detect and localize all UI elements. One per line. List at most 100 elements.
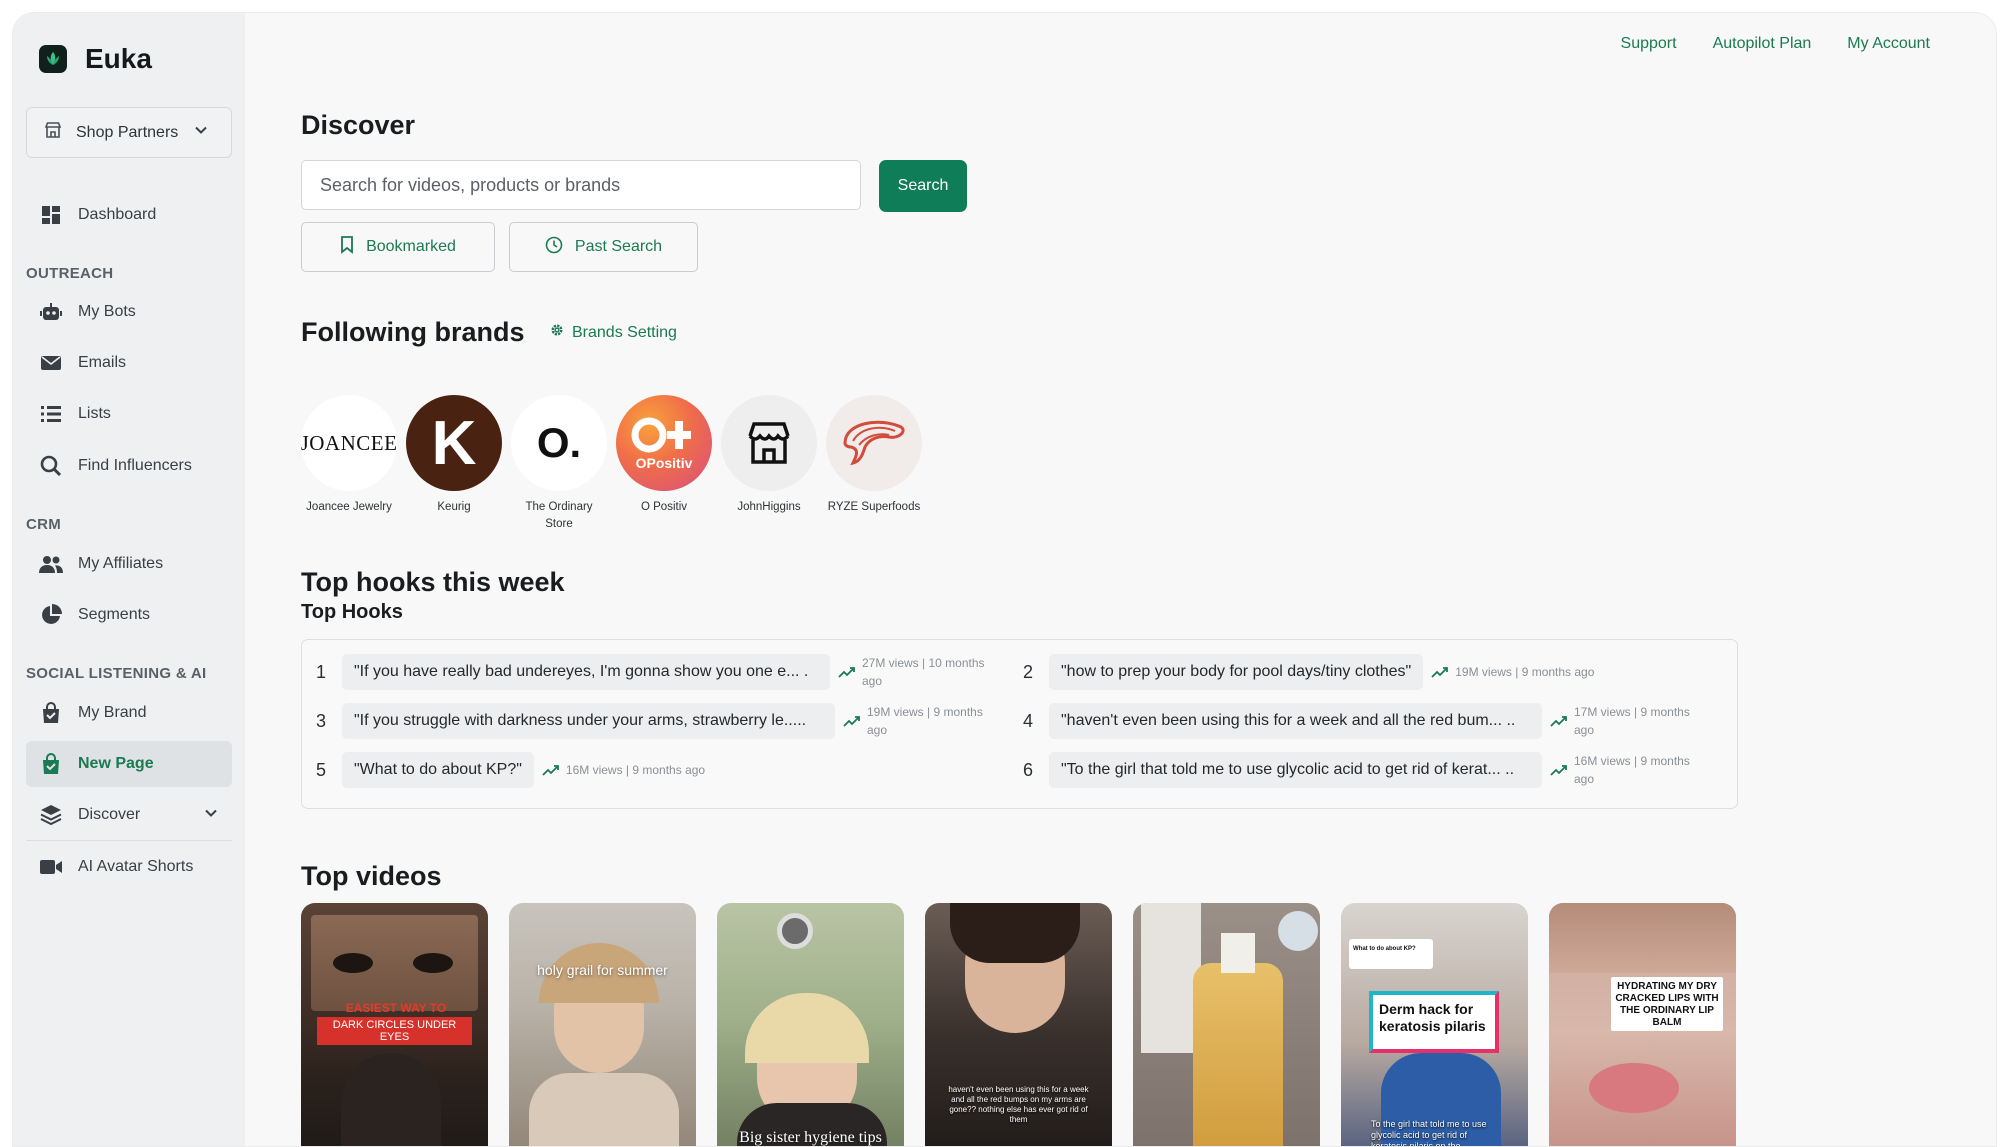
video-card[interactable]: Big sister hygiene tips [717, 903, 904, 1146]
robot-icon [39, 300, 63, 324]
sidebar-item-emails[interactable]: Emails [26, 340, 232, 386]
reply-text: What to do about KP? [1353, 946, 1416, 952]
brand-name: O Positiv [640, 501, 687, 513]
video-caption: Derm hack for keratosis pilaris [1379, 1001, 1486, 1034]
hook-text: "haven't even been using this for a week… [1049, 703, 1542, 739]
brand-card-johnhiggins[interactable]: JohnHiggins [721, 395, 817, 533]
main-content: Discover Search Bookmarked Past Search F… [301, 13, 1996, 1146]
mail-icon [39, 351, 63, 375]
hook-views: 19M views | 9 months ago [867, 705, 983, 737]
video-caption: haven't even been using this for a week … [948, 1085, 1089, 1124]
brands-setting-link[interactable]: Brands Setting [550, 323, 677, 342]
brand-name: The Ordinary Store [525, 501, 593, 530]
list-icon [39, 402, 63, 426]
video-card[interactable]: What to do about KP? Derm hack for kerat… [1341, 903, 1528, 1146]
shop-partners-select[interactable]: Shop Partners [26, 107, 232, 158]
section-crm: CRM [26, 516, 62, 533]
video-camera-icon [39, 855, 63, 879]
clock-icon [545, 236, 563, 259]
hook-meta: 16M views | 9 months ago [1550, 752, 1709, 788]
section-social-listening: SOCIAL LISTENING & AI [26, 665, 207, 682]
video-card[interactable] [1133, 903, 1320, 1146]
chevron-down-icon [204, 806, 218, 825]
hook-views: 16M views | 9 months ago [565, 763, 706, 777]
caption-box: Derm hack for keratosis pilaris [1369, 991, 1499, 1053]
eye-shape [333, 953, 373, 973]
video-caption: holy grail for summer [537, 962, 668, 978]
hook-item[interactable]: 4 "haven't even been using this for a we… [1023, 703, 1709, 739]
video-card[interactable]: holy grail for summer [509, 903, 696, 1146]
bookmarked-button[interactable]: Bookmarked [301, 222, 495, 272]
caption-box: HYDRATING MY DRY CRACKED LIPS WITH THE O… [1611, 977, 1723, 1031]
top-videos-list: EASIEST WAY TO REDUCE DARK CIRCLES UNDER… [301, 903, 1736, 1146]
hook-item[interactable]: 3 "If you struggle with darkness under y… [316, 703, 1002, 739]
brand-logo: O. [511, 395, 607, 491]
sidebar-item-label: New Page [78, 755, 154, 772]
sidebar: Euka Shop Partners Dashboard OUTREACH My… [13, 13, 245, 1146]
hook-item[interactable]: 6 "To the girl that told me to use glyco… [1023, 752, 1709, 788]
store-icon [44, 121, 62, 144]
sidebar-item-dashboard[interactable]: Dashboard [26, 192, 232, 238]
hair-shape [950, 903, 1080, 963]
trending-up-icon [1550, 716, 1567, 727]
top-hooks-subtitle: Top Hooks [301, 601, 403, 623]
sidebar-item-label: Dashboard [78, 206, 157, 223]
brands-setting-label: Brands Setting [572, 323, 677, 341]
past-search-label: Past Search [574, 238, 663, 255]
sidebar-item-find-influencers[interactable]: Find Influencers [26, 443, 232, 489]
sidebar-item-label: AI Avatar Shorts [78, 858, 194, 875]
hook-item[interactable]: 1 "If you have really bad undereyes, I'm… [316, 654, 1002, 690]
brand-card-keurig[interactable]: K Keurig [406, 395, 502, 533]
video-card[interactable]: EASIEST WAY TO REDUCE DARK CIRCLES UNDER… [301, 903, 488, 1146]
video-caption-2: DARK CIRCLES UNDER EYES [317, 1017, 472, 1045]
hook-item[interactable]: 5 "What to do about KP?" 16M views | 9 m… [316, 752, 705, 788]
trending-up-icon [843, 716, 860, 727]
app-brand[interactable]: Euka [39, 43, 152, 75]
brand-name: JohnHiggins [737, 501, 801, 513]
sidebar-divider [26, 840, 232, 841]
search-icon [39, 454, 63, 478]
bottle-shape [1193, 963, 1283, 1146]
hook-text: "how to prep your body for pool days/tin… [1049, 654, 1424, 690]
sidebar-item-label: Lists [78, 405, 111, 422]
app-name: Euka [85, 43, 152, 74]
brand-card-joancee[interactable]: JOANCEE Joancee Jewelry [301, 395, 397, 533]
sidebar-item-ai-avatar-shorts[interactable]: AI Avatar Shorts [26, 844, 232, 890]
hook-views: 27M views | 10 months ago [862, 656, 985, 688]
hook-rank: 3 [316, 710, 327, 731]
trending-up-icon [1550, 765, 1567, 776]
sidebar-item-my-bots[interactable]: My Bots [26, 289, 232, 335]
sidebar-item-segments[interactable]: Segments [26, 592, 232, 638]
sidebar-item-new-page[interactable]: New Page [26, 741, 232, 787]
app-window: Euka Shop Partners Dashboard OUTREACH My… [12, 12, 1997, 1147]
top-hooks-panel: 1 "If you have really bad undereyes, I'm… [301, 639, 1738, 809]
hook-rank: 2 [1023, 661, 1034, 682]
bottle-cap-shape [1221, 933, 1255, 973]
hair-shape [745, 993, 869, 1063]
brand-card-ryze[interactable]: RYZE Superfoods [826, 395, 922, 533]
video-card[interactable]: haven't even been using this for a week … [925, 903, 1112, 1146]
sidebar-item-lists[interactable]: Lists [26, 391, 232, 437]
sidebar-item-my-affiliates[interactable]: My Affiliates [26, 541, 232, 587]
video-card[interactable]: HYDRATING MY DRY CRACKED LIPS WITH THE O… [1549, 903, 1736, 1146]
hook-item[interactable]: 2 "how to prep your body for pool days/t… [1023, 654, 1594, 690]
ceiling-light-shape [777, 913, 813, 949]
sidebar-item-my-brand[interactable]: My Brand [26, 690, 232, 736]
hook-rank: 4 [1023, 710, 1034, 731]
video-caption: Big sister hygiene tips [739, 1129, 882, 1146]
brand-logo: OPositiv [616, 395, 712, 491]
brand-name: Joancee Jewelry [306, 501, 392, 513]
brand-card-the-ordinary[interactable]: O. The Ordinary Store [511, 395, 607, 533]
section-outreach: OUTREACH [26, 265, 114, 282]
past-search-button[interactable]: Past Search [509, 222, 698, 272]
sidebar-item-discover[interactable]: Discover [26, 792, 232, 838]
eye-area-shape [1549, 903, 1736, 973]
search-button[interactable]: Search [879, 160, 967, 212]
hook-text: "If you have really bad undereyes, I'm g… [342, 654, 830, 690]
search-input[interactable] [301, 160, 861, 210]
brand-card-o-positiv[interactable]: OPositiv O Positiv [616, 395, 712, 533]
brand-name: Keurig [437, 501, 471, 513]
sidebar-item-label: My Affiliates [78, 555, 164, 572]
brand-logo-text: O. [536, 419, 582, 466]
hook-rank: 6 [1023, 759, 1034, 780]
